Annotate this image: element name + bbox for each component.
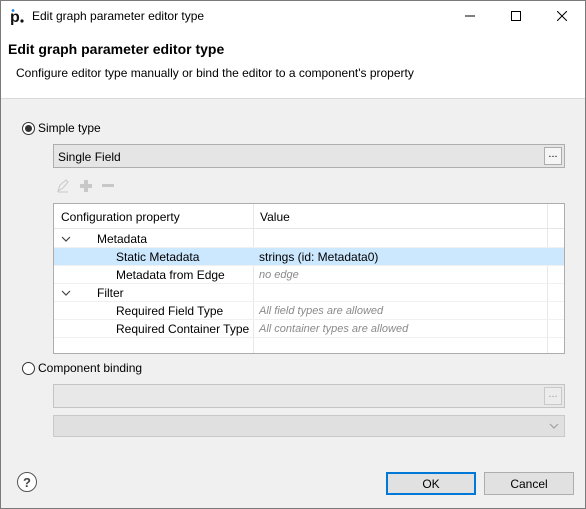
component-binding-label[interactable]: Component binding bbox=[38, 361, 142, 375]
editor-type-browse-button[interactable]: ... bbox=[544, 147, 562, 165]
help-button[interactable]: ? bbox=[17, 472, 37, 492]
column-header-value[interactable]: Value bbox=[260, 210, 290, 224]
property-value[interactable]: All container types are allowed bbox=[259, 323, 408, 335]
add-icon[interactable] bbox=[79, 179, 93, 193]
component-binding-field[interactable]: ... bbox=[53, 384, 565, 408]
app-logo-icon: p bbox=[10, 9, 24, 25]
minimize-icon bbox=[465, 15, 475, 17]
table-header: Configuration property Value bbox=[54, 204, 564, 229]
title-bar: p Edit graph parameter editor type bbox=[1, 1, 585, 31]
table-row[interactable]: Filter bbox=[54, 284, 564, 302]
simple-type-label[interactable]: Simple type bbox=[38, 121, 101, 135]
property-name: Static Metadata bbox=[116, 250, 200, 264]
maximize-icon bbox=[511, 11, 521, 21]
edit-icon[interactable] bbox=[56, 179, 70, 193]
svg-text:p: p bbox=[10, 9, 20, 25]
property-name: Metadata bbox=[97, 232, 148, 246]
property-name: Metadata from Edge bbox=[116, 268, 225, 282]
dialog-heading: Edit graph parameter editor type bbox=[8, 41, 225, 57]
close-button[interactable] bbox=[539, 1, 585, 31]
minimize-button[interactable] bbox=[447, 1, 493, 31]
simple-type-radio[interactable] bbox=[22, 122, 35, 135]
column-header-property[interactable]: Configuration property bbox=[61, 210, 180, 224]
table-row[interactable]: Static Metadata strings (id: Metadata0) bbox=[54, 248, 564, 266]
chevron-down-icon[interactable] bbox=[60, 233, 72, 245]
chevron-down-icon[interactable] bbox=[60, 287, 72, 299]
table-row[interactable]: Required Field Type All field types are … bbox=[54, 302, 564, 320]
component-binding-radio[interactable] bbox=[22, 362, 35, 375]
property-name: Required Container Type bbox=[116, 322, 250, 336]
property-name: Required Field Type bbox=[116, 304, 224, 318]
window-title: Edit graph parameter editor type bbox=[32, 9, 205, 23]
table-row[interactable]: Metadata from Edge no edge bbox=[54, 266, 564, 284]
editor-type-field[interactable]: Single Field ... bbox=[53, 144, 565, 168]
property-value[interactable]: All field types are allowed bbox=[259, 305, 383, 317]
table-row[interactable]: Metadata bbox=[54, 230, 564, 248]
dialog-header: Edit graph parameter editor type Configu… bbox=[1, 31, 585, 99]
property-value[interactable]: no edge bbox=[259, 269, 299, 281]
property-name: Filter bbox=[97, 286, 124, 300]
maximize-button[interactable] bbox=[493, 1, 539, 31]
component-property-dropdown[interactable] bbox=[53, 415, 565, 437]
dialog-description: Configure editor type manually or bind t… bbox=[16, 66, 414, 80]
editor-type-value: Single Field bbox=[58, 150, 121, 164]
configuration-table: Configuration property Value Metadata St… bbox=[53, 203, 565, 354]
dialog-window: p Edit graph parameter editor type Edit … bbox=[0, 0, 586, 509]
table-row[interactable]: Required Container Type All container ty… bbox=[54, 320, 564, 338]
close-icon bbox=[557, 11, 567, 21]
ok-button[interactable]: OK bbox=[386, 472, 476, 495]
property-value[interactable]: strings (id: Metadata0) bbox=[259, 250, 378, 264]
chevron-down-icon bbox=[549, 423, 559, 429]
remove-icon[interactable] bbox=[101, 179, 115, 193]
cancel-button[interactable]: Cancel bbox=[484, 472, 574, 495]
component-binding-browse-button[interactable]: ... bbox=[544, 387, 562, 405]
